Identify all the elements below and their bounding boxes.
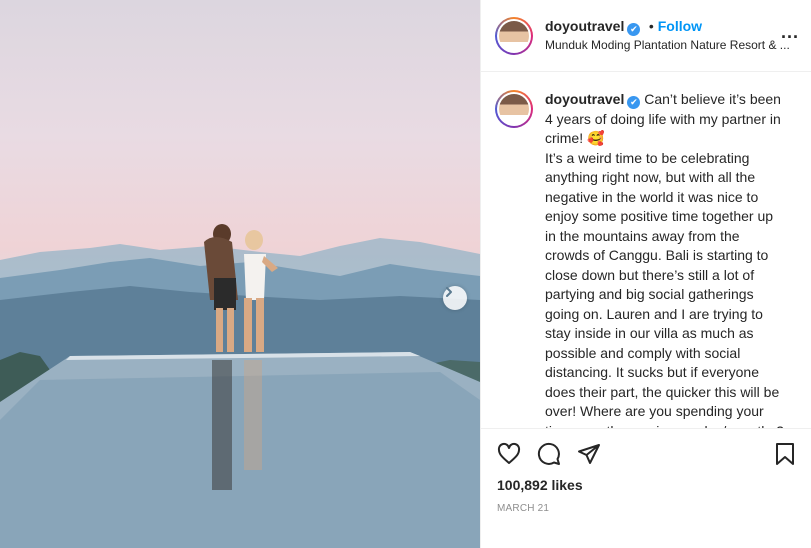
post-sidebar: doyoutravel ✔ • Follow Munduk Moding Plant… <box>480 0 811 548</box>
caption-avatar-frame <box>497 92 531 126</box>
caption-verified-badge-icon: ✔ <box>627 96 641 110</box>
caption-text-2: It’s a weird time to be celebrating anyt… <box>545 149 784 429</box>
separator: • <box>648 18 654 34</box>
caption-avatar[interactable] <box>499 94 529 124</box>
heart-icon[interactable] <box>497 442 521 466</box>
post-header: doyoutravel ✔ • Follow Munduk Moding Plant… <box>481 0 811 72</box>
photo-scene <box>0 224 480 548</box>
story-ring[interactable] <box>495 16 533 55</box>
instagram-post: doyoutravel ✔ • Follow Munduk Moding Plant… <box>0 0 811 548</box>
location-link[interactable]: Munduk Moding Plantation Nature Resort &… <box>545 36 790 54</box>
post-photo[interactable] <box>0 0 480 548</box>
likes-count[interactable]: 100,892 likes <box>497 477 795 493</box>
comments-panel: doyoutravel ✔ Can’t believe it’s been 4 y… <box>481 72 811 428</box>
more-options-icon[interactable]: ... <box>781 22 799 43</box>
chevron-right-icon <box>446 287 452 297</box>
verified-badge-icon: ✔ <box>627 22 641 36</box>
caption-username[interactable]: doyoutravel <box>545 91 624 107</box>
post-actions: 100,892 likes MARCH 21 <box>481 428 811 548</box>
comment-icon[interactable] <box>537 442 561 466</box>
next-photo-button[interactable] <box>443 286 467 310</box>
share-icon[interactable] <box>577 442 601 466</box>
caption: doyoutravel ✔ Can’t believe it’s been 4 y… <box>545 90 785 428</box>
caption-story-ring[interactable] <box>495 90 533 128</box>
follow-button[interactable]: Follow <box>658 18 702 34</box>
avatar[interactable] <box>499 20 529 51</box>
action-icons <box>497 439 795 469</box>
avatar-frame <box>497 18 531 53</box>
post-date[interactable]: MARCH 21 <box>497 503 795 514</box>
header-username[interactable]: doyoutravel <box>545 18 624 34</box>
header-text: doyoutravel ✔ • Follow Munduk Moding Plant… <box>545 17 790 54</box>
bookmark-icon[interactable] <box>773 442 797 466</box>
